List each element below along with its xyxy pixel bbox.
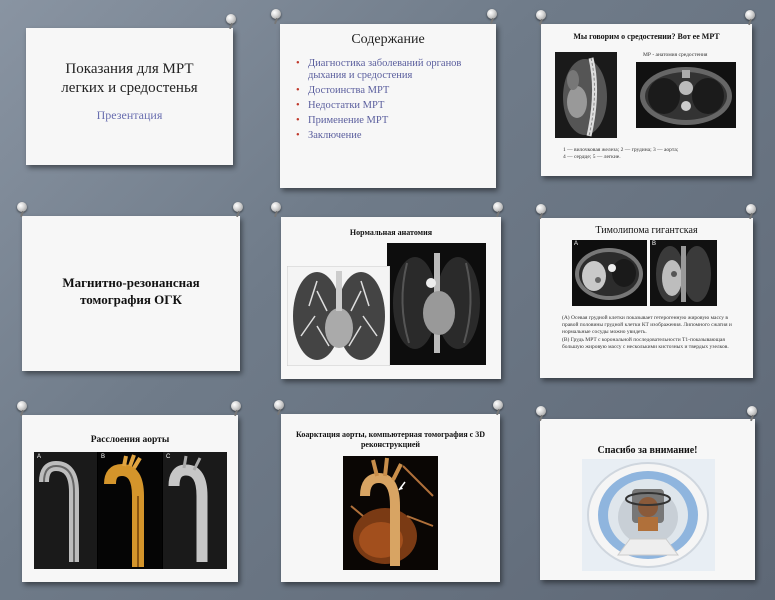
ct-angiography-image bbox=[287, 266, 390, 366]
list-item: (B) Грудь МРТ с корональной последовател… bbox=[562, 337, 729, 350]
contents-list: Диагностика заболеваний органов дыхания … bbox=[296, 58, 488, 145]
slide-6[interactable]: Тимолипома гигантская A B (A) Осевая гру… bbox=[540, 218, 753, 378]
slide-title: Показания для МРТ легких и средостенья bbox=[26, 60, 233, 98]
title-line: Магнитно-резонансная bbox=[62, 275, 200, 290]
pushpin-icon bbox=[233, 202, 243, 212]
mri-sagittal-image bbox=[555, 52, 617, 138]
slide-heading: Тимолипома гигантская bbox=[595, 225, 698, 236]
list-item: Достоинства МРТ bbox=[296, 85, 488, 97]
mri-scanner-photo bbox=[582, 459, 715, 571]
legend-line: 1 — вилочковая железа; 2 — грудина; 3 — … bbox=[563, 147, 679, 153]
pushpin-icon bbox=[271, 202, 281, 212]
slide-7[interactable]: Расслоения аорты A B C bbox=[22, 415, 238, 582]
image-label: C bbox=[166, 454, 171, 460]
pushpin-icon bbox=[17, 401, 27, 411]
slide-heading: Расслоения аорты bbox=[90, 435, 170, 445]
mri-coronal-image: B bbox=[650, 240, 717, 306]
pushpin-icon bbox=[231, 401, 241, 411]
pushpin-icon bbox=[747, 406, 757, 416]
title-line: легких и средостенья bbox=[61, 80, 198, 96]
slide-subtitle: Презентация bbox=[96, 108, 163, 122]
slide-heading: Нормальная анатомия bbox=[349, 228, 433, 237]
mri-axial-image bbox=[636, 62, 736, 128]
pushpin-icon bbox=[745, 10, 755, 20]
list-item: Применение МРТ bbox=[296, 115, 488, 127]
image-legend: 1 — вилочковая железа; 2 — грудина; 3 — … bbox=[563, 147, 744, 161]
pushpin-icon bbox=[17, 202, 27, 212]
slide-heading: Содержание bbox=[351, 32, 425, 47]
aortic-dissection-images: A B C bbox=[34, 452, 227, 569]
list-item: Заключение bbox=[296, 130, 488, 142]
slide-heading: Мы говорим о средостении? Вот ее МРТ bbox=[573, 32, 720, 41]
slide-heading: Спасибо за внимание! bbox=[597, 445, 698, 456]
legend-line: 4 — сердце; 5 — легкие. bbox=[563, 154, 621, 160]
pushpin-icon bbox=[487, 9, 497, 19]
slide-5[interactable]: Нормальная анатомия bbox=[281, 217, 501, 379]
pushpin-icon bbox=[493, 202, 503, 212]
pushpin-icon bbox=[493, 400, 503, 410]
slide-4[interactable]: Магнитно-резонансная томография ОГК bbox=[22, 216, 240, 371]
image-label: A bbox=[37, 454, 42, 460]
slide-title: Магнитно-резонансная томография ОГК bbox=[22, 274, 240, 308]
slide-8[interactable]: Коарктация аорты, компьютерная томографи… bbox=[281, 414, 500, 582]
pushpin-icon bbox=[274, 400, 284, 410]
ct-3d-reconstruction-image bbox=[343, 456, 438, 570]
pushpin-icon bbox=[271, 9, 281, 19]
list-item: Диагностика заболеваний органов дыхания … bbox=[296, 58, 488, 82]
image-label: B bbox=[101, 454, 106, 460]
title-line: Показания для МРТ bbox=[65, 61, 194, 77]
slide-heading: Коарктация аорты, компьютерная томографи… bbox=[296, 430, 485, 449]
mri-coronal-image bbox=[387, 243, 486, 365]
slide-2[interactable]: Содержание Диагностика заболеваний орган… bbox=[280, 24, 496, 188]
title-line: томография ОГК bbox=[80, 292, 182, 307]
image-label: A bbox=[574, 241, 579, 247]
list-item: Недостатки МРТ bbox=[296, 100, 488, 112]
slide-3[interactable]: Мы говорим о средостении? Вот ее МРТ МР … bbox=[541, 24, 752, 176]
list-item: (A) Осевая грудной клетки показывает гет… bbox=[562, 315, 732, 335]
pushpin-icon bbox=[226, 14, 236, 24]
image-label: B bbox=[652, 241, 657, 247]
pushpin-icon bbox=[746, 204, 756, 214]
pushpin-icon bbox=[536, 10, 546, 20]
image-description-list: (A) Осевая грудной клетки показывает гет… bbox=[562, 315, 739, 352]
slide-9[interactable]: Спасибо за внимание! bbox=[540, 419, 755, 580]
pushpin-icon bbox=[536, 406, 546, 416]
ct-axial-image: A bbox=[572, 240, 647, 306]
pushpin-icon bbox=[536, 204, 546, 214]
slide-1[interactable]: Показания для МРТ легких и средостенья П… bbox=[26, 28, 233, 165]
image-caption: МР - анатомия средостения bbox=[643, 52, 708, 58]
